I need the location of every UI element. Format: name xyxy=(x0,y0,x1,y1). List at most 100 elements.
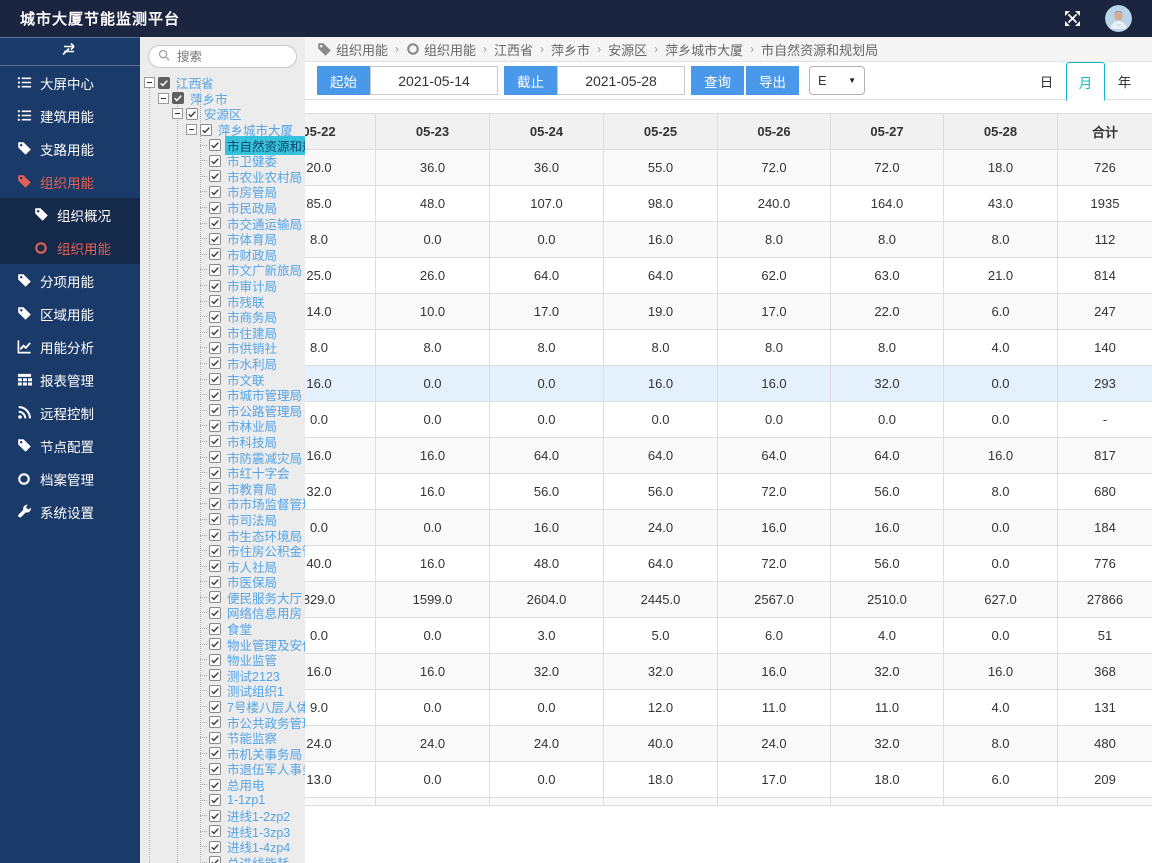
sidebar-subitem-0[interactable]: 组织概况 xyxy=(0,198,140,231)
checkbox[interactable] xyxy=(209,700,221,713)
table-row[interactable]: 16.0 16.0 64.0 64.0 64.0 64.0 16.0 817 xyxy=(305,437,1152,474)
breadcrumb-item[interactable]: 萍乡城市大厦 xyxy=(665,40,743,59)
period-tab-0[interactable]: 日 xyxy=(1027,62,1066,100)
checkbox[interactable] xyxy=(209,295,221,308)
table-row[interactable]: 0.0 0.0 16.0 24.0 16.0 16.0 0.0 184 xyxy=(305,509,1152,546)
checkbox[interactable] xyxy=(209,139,221,152)
period-tab-1[interactable]: 月 xyxy=(1066,62,1105,101)
tree-node[interactable]: 市自然资源和规划局 xyxy=(140,135,305,155)
checkbox[interactable] xyxy=(209,653,221,666)
table-row[interactable]: 16.0 16.0 32.0 32.0 16.0 32.0 16.0 368 xyxy=(305,653,1152,690)
checkbox[interactable] xyxy=(209,451,221,464)
sidebar-item-6[interactable]: 用能分析 xyxy=(0,330,140,363)
checkbox[interactable] xyxy=(209,762,221,775)
sidebar-item-8[interactable]: 远程控制 xyxy=(0,396,140,429)
export-button[interactable]: 导出 xyxy=(746,66,799,95)
table-row[interactable]: 24.0 24.0 24.0 40.0 24.0 32.0 8.0 480 xyxy=(305,725,1152,762)
table-row[interactable]: 20.0 36.0 36.0 55.0 72.0 72.0 18.0 726 xyxy=(305,149,1152,186)
checkbox[interactable] xyxy=(209,185,221,198)
tree-node[interactable]: 市水利局 xyxy=(140,356,305,372)
tree-node[interactable]: 市残联 xyxy=(140,293,305,310)
tree-expander[interactable] xyxy=(186,124,197,136)
checkbox[interactable] xyxy=(209,310,221,323)
checkbox[interactable] xyxy=(209,466,221,479)
table-row[interactable]: 9.0 0.0 0.0 12.0 11.0 11.0 4.0 131 xyxy=(305,689,1152,726)
breadcrumb-item[interactable]: 市自然资源和规划局 xyxy=(761,40,878,59)
checkbox[interactable] xyxy=(209,560,221,573)
checkbox[interactable] xyxy=(209,669,221,682)
sidebar-item-10[interactable]: 档案管理 xyxy=(0,462,140,495)
tree-node[interactable]: 总用电 xyxy=(140,777,305,793)
table-row[interactable]: 32.0 16.0 56.0 56.0 72.0 56.0 8.0 680 xyxy=(305,473,1152,510)
checkbox[interactable] xyxy=(172,92,184,105)
tree-node[interactable]: 市供销社 xyxy=(140,340,305,356)
breadcrumb-item[interactable]: 组织用能 xyxy=(406,40,476,59)
fullscreen-icon[interactable] xyxy=(1064,10,1081,27)
checkbox[interactable] xyxy=(209,497,221,510)
checkbox[interactable] xyxy=(209,435,221,448)
checkbox[interactable] xyxy=(209,326,221,339)
tree-node[interactable]: 市林业局 xyxy=(140,418,305,434)
breadcrumb-item[interactable]: 安源区 xyxy=(608,40,647,59)
table-row[interactable]: 85.0 48.0 107.0 98.0 240.0 164.0 43.0 1935 xyxy=(305,185,1152,222)
sidebar-item-4[interactable]: 分项用能 xyxy=(0,264,140,297)
search-input[interactable] xyxy=(175,48,287,65)
checkbox[interactable] xyxy=(209,170,221,183)
checkbox[interactable] xyxy=(209,357,221,370)
sidebar-collapse-button[interactable] xyxy=(0,37,140,66)
checkbox[interactable] xyxy=(209,513,221,526)
breadcrumb-item[interactable]: 江西省 xyxy=(494,40,533,59)
tree-node[interactable]: 物业管理及安保 xyxy=(140,636,305,653)
tree-node[interactable]: 市文广新旅局 xyxy=(140,262,305,278)
start-date-input[interactable]: 2021-05-14 xyxy=(370,66,498,95)
sidebar-item-7[interactable]: 报表管理 xyxy=(0,363,140,396)
checkbox[interactable] xyxy=(209,404,221,417)
checkbox[interactable] xyxy=(209,684,221,697)
query-button[interactable]: 查询 xyxy=(691,66,744,95)
checkbox[interactable] xyxy=(209,731,221,744)
checkbox[interactable] xyxy=(158,76,170,89)
checkbox[interactable] xyxy=(209,544,221,557)
checkbox[interactable] xyxy=(209,341,221,354)
checkbox[interactable] xyxy=(209,419,221,432)
table-row[interactable]: 829.0 1599.0 2604.0 2445.0 2567.0 2510.0 627.0… xyxy=(305,581,1152,618)
sidebar-item-11[interactable]: 系统设置 xyxy=(0,495,140,528)
table-row[interactable]: 0.0 0.0 3.0 5.0 6.0 4.0 0.0 51 xyxy=(305,617,1152,654)
checkbox[interactable] xyxy=(209,373,221,386)
sidebar-item-0[interactable]: 大屏中心 xyxy=(0,66,140,99)
tree-node[interactable]: 市审计局 xyxy=(140,278,305,294)
tree-node[interactable]: 市商务局 xyxy=(140,309,305,325)
export-format-select[interactable]: E ▼ xyxy=(809,66,865,95)
breadcrumb-item[interactable]: 组织用能 xyxy=(317,40,388,59)
end-date-input[interactable]: 2021-05-28 xyxy=(557,66,685,95)
checkbox[interactable] xyxy=(209,591,221,604)
checkbox[interactable] xyxy=(209,217,221,230)
tree-expander[interactable] xyxy=(158,92,169,104)
checkbox[interactable] xyxy=(209,575,221,588)
checkbox[interactable] xyxy=(209,154,221,167)
table-row[interactable]: 8.0 0.0 0.0 16.0 8.0 8.0 8.0 112 xyxy=(305,221,1152,258)
tree-node[interactable]: 市住建局 xyxy=(140,325,305,341)
checkbox[interactable] xyxy=(209,794,221,807)
checkbox[interactable] xyxy=(209,248,221,261)
checkbox[interactable] xyxy=(209,856,221,863)
sidebar-item-5[interactable]: 区域用能 xyxy=(0,297,140,330)
sidebar-item-2[interactable]: 支路用能 xyxy=(0,132,140,165)
sidebar-item-9[interactable]: 节点配置 xyxy=(0,429,140,462)
checkbox[interactable] xyxy=(209,638,221,651)
tree-node[interactable]: 市退伍军人事务局 xyxy=(140,761,305,777)
period-tab-2[interactable]: 年 xyxy=(1105,62,1144,100)
checkbox[interactable] xyxy=(209,482,221,495)
checkbox[interactable] xyxy=(209,716,221,729)
checkbox[interactable] xyxy=(209,809,221,822)
sidebar-item-1[interactable]: 建筑用能 xyxy=(0,99,140,132)
checkbox[interactable] xyxy=(209,840,221,853)
table-row[interactable]: 14.0 10.0 17.0 19.0 17.0 22.0 6.0 247 xyxy=(305,293,1152,330)
tree-node[interactable]: 市市场监督管理局 xyxy=(140,496,305,512)
checkbox[interactable] xyxy=(209,747,221,760)
checkbox[interactable] xyxy=(209,606,221,619)
checkbox[interactable] xyxy=(209,529,221,542)
tree-node[interactable]: 市农业农村局 xyxy=(140,169,305,185)
checkbox[interactable] xyxy=(200,123,212,136)
sidebar-item-3[interactable]: 组织用能 xyxy=(0,165,140,198)
